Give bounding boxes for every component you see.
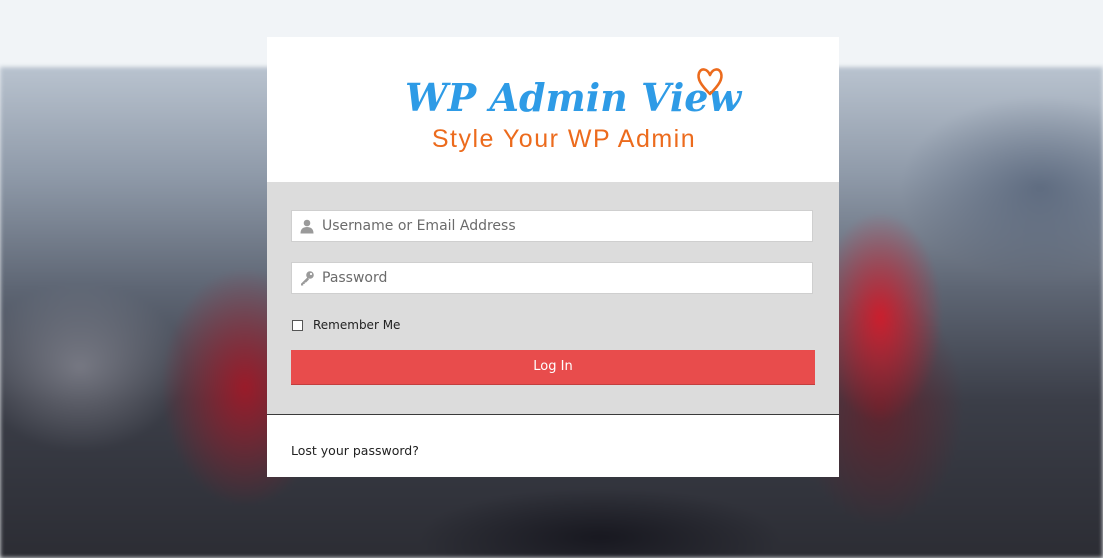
user-icon: [300, 219, 314, 234]
heart-outline-icon: [697, 68, 723, 96]
login-card: WP Admin View Style Your WP Admin Rememb…: [267, 37, 839, 477]
login-button[interactable]: Log In: [291, 350, 815, 385]
password-input[interactable]: [322, 263, 807, 293]
username-input[interactable]: [322, 211, 807, 241]
key-icon: [301, 271, 314, 286]
logo-tagline: Style Your WP Admin: [431, 125, 697, 153]
remember-me-label[interactable]: Remember Me: [313, 318, 400, 332]
logo-title: WP Admin View: [405, 75, 742, 120]
username-field[interactable]: [291, 210, 813, 242]
lost-password-link[interactable]: Lost your password?: [291, 443, 419, 458]
password-field[interactable]: [291, 262, 813, 294]
login-footer: Lost your password?: [267, 415, 839, 477]
remember-me-checkbox[interactable]: [292, 319, 303, 331]
remember-me-row[interactable]: Remember Me: [292, 317, 400, 333]
login-header: WP Admin View Style Your WP Admin: [267, 37, 839, 182]
login-form: Remember Me Log In: [267, 182, 839, 415]
